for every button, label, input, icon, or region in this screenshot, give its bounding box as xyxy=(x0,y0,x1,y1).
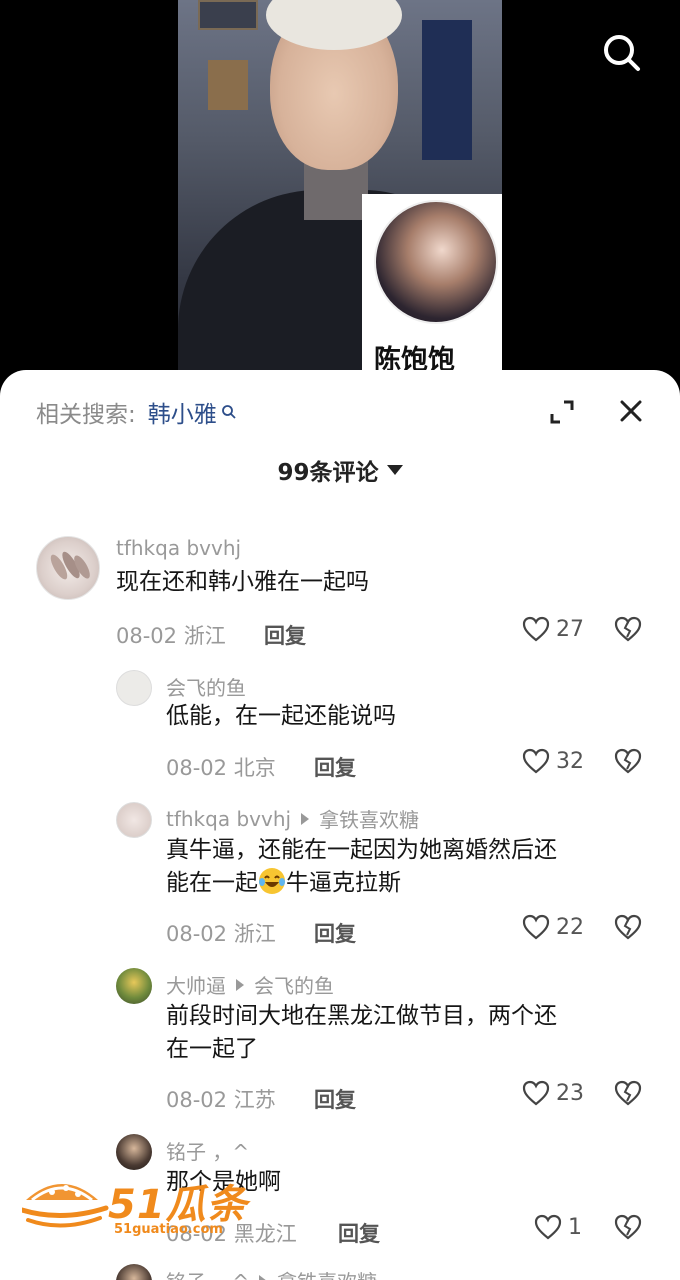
watermark-site: 51guatiao.com xyxy=(114,1222,223,1237)
like-count: 27 xyxy=(556,616,584,642)
like-button[interactable]: 27 xyxy=(522,616,584,642)
avatar[interactable] xyxy=(116,1134,152,1170)
comment-text: 真牛逼，还能在一起因为她离婚然后还 能在一起 牛逼克拉斯 xyxy=(166,837,557,896)
like-count: 22 xyxy=(556,914,584,940)
dislike-button[interactable] xyxy=(614,616,642,646)
comment-username[interactable]: tfhkqa bvvhj xyxy=(116,536,241,560)
comment-location: 浙江 xyxy=(183,624,226,648)
reply-button[interactable]: 回复 xyxy=(338,1218,380,1248)
broken-heart-icon xyxy=(614,1080,642,1106)
like-button[interactable]: 32 xyxy=(522,748,584,774)
broken-heart-icon xyxy=(614,1214,642,1240)
comment-date: 08-02 xyxy=(166,1088,228,1112)
video-background-jersey xyxy=(208,60,248,110)
comment-location: 北京 xyxy=(233,756,276,780)
reply-button[interactable]: 回复 xyxy=(314,918,356,948)
watermark-logo: 51瓜条 51guatiao.com xyxy=(19,1170,262,1246)
expand-button[interactable] xyxy=(548,398,576,426)
avatar[interactable] xyxy=(116,968,152,1004)
like-button[interactable]: 1 xyxy=(534,1214,582,1240)
search-small-icon xyxy=(221,405,236,419)
comment-date: 08-02 xyxy=(116,624,178,648)
avatar[interactable] xyxy=(36,536,100,600)
reply-to-username[interactable]: 会飞的鱼 xyxy=(254,970,334,999)
dislike-button[interactable] xyxy=(614,748,642,778)
comment-username[interactable]: 大帅逼 会飞的鱼 xyxy=(166,970,334,999)
pip-avatar xyxy=(374,200,498,324)
close-icon xyxy=(620,400,642,422)
reply-button[interactable]: 回复 xyxy=(264,620,306,650)
comment-text: 前段时间大地在黑龙江做节目，两个还 在一起了 xyxy=(166,1003,557,1062)
avatar[interactable] xyxy=(116,670,152,706)
dislike-button[interactable] xyxy=(614,1080,642,1110)
heart-icon xyxy=(522,616,550,642)
related-search: 相关搜索: 韩小雅 xyxy=(36,394,237,430)
comment-meta: 08-02 浙江 xyxy=(166,918,276,948)
comment-username[interactable]: tfhkqa bvvhj 拿铁喜欢糖 xyxy=(166,804,419,833)
avatar[interactable] xyxy=(116,1264,152,1280)
caret-down-icon xyxy=(386,465,403,475)
reply-arrow-icon xyxy=(236,978,244,991)
reply-to-username[interactable]: 拿铁喜欢糖 xyxy=(277,1266,377,1280)
broken-heart-icon xyxy=(614,748,642,774)
like-count: 32 xyxy=(556,748,584,774)
broken-heart-icon xyxy=(614,616,642,642)
comment-count-dropdown[interactable]: 99条评论 xyxy=(0,452,680,488)
reply-button[interactable]: 回复 xyxy=(314,1084,356,1114)
comment-sheet: 相关搜索: 韩小雅 99条评论 tfhkqa bvvhj 现在还和韩小雅在一起吗… xyxy=(0,370,680,1280)
comment-text: 低能，在一起还能说吗 xyxy=(166,703,396,729)
like-count: 1 xyxy=(568,1214,582,1240)
search-button[interactable] xyxy=(598,30,644,76)
heart-icon xyxy=(522,914,550,940)
comment-meta: 08-02 江苏 xyxy=(166,1084,276,1114)
broken-heart-icon xyxy=(614,914,642,940)
comment-username[interactable]: 铭子 ，^ xyxy=(166,1136,249,1165)
comment-date: 08-02 xyxy=(166,756,228,780)
search-icon xyxy=(604,35,640,71)
comment-username[interactable]: 铭子 ，^ 拿铁喜欢糖 xyxy=(166,1266,377,1280)
expand-icon xyxy=(550,400,574,424)
comment-username[interactable]: 会飞的鱼 xyxy=(166,672,246,701)
video-player[interactable]: 陈饱饱 xyxy=(0,0,680,400)
comment-text: 现在还和韩小雅在一起吗 xyxy=(116,569,369,595)
heart-icon xyxy=(522,1080,550,1106)
related-search-label: 相关搜索: xyxy=(36,402,136,428)
video-background-board xyxy=(198,0,258,30)
laughing-tears-emoji-icon xyxy=(259,868,285,894)
avatar-nails-image xyxy=(50,551,90,580)
dislike-button[interactable] xyxy=(614,914,642,944)
like-button[interactable]: 23 xyxy=(522,1080,584,1106)
comment-date: 08-02 xyxy=(166,922,228,946)
reply-arrow-icon xyxy=(259,1274,268,1280)
comment-count: 99条评论 xyxy=(277,460,379,486)
dislike-button[interactable] xyxy=(614,1214,642,1244)
avatar[interactable] xyxy=(116,802,152,838)
like-button[interactable]: 22 xyxy=(522,914,584,940)
related-search-term[interactable]: 韩小雅 xyxy=(148,395,217,429)
video-background-banner xyxy=(422,20,472,160)
reply-to-username[interactable]: 拿铁喜欢糖 xyxy=(319,804,419,833)
comment-meta: 08-02 浙江 xyxy=(116,620,226,650)
close-button[interactable] xyxy=(616,396,646,426)
heart-icon xyxy=(534,1214,562,1240)
comment-location: 江苏 xyxy=(233,1088,276,1112)
like-count: 23 xyxy=(556,1080,584,1106)
reply-button[interactable]: 回复 xyxy=(314,752,356,782)
comment-location: 浙江 xyxy=(233,922,276,946)
heart-icon xyxy=(522,748,550,774)
comment-meta: 08-02 北京 xyxy=(166,752,276,782)
reply-arrow-icon xyxy=(301,812,310,825)
